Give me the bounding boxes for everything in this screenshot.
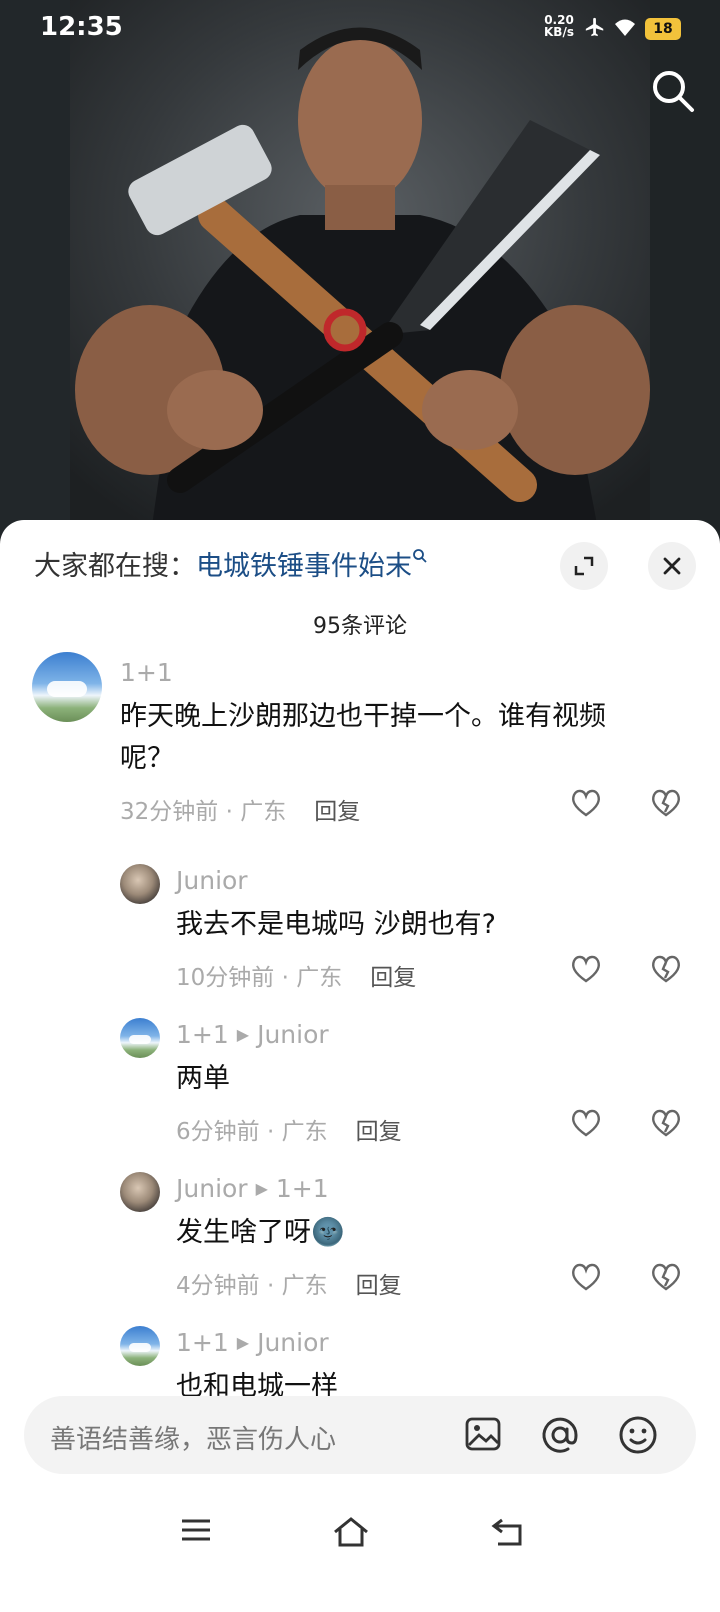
avatar[interactable] (32, 652, 102, 722)
reply-arrow-icon: ▶ (236, 1333, 250, 1352)
heart-icon[interactable] (570, 788, 602, 822)
comment-author[interactable]: 1+1 (176, 1328, 229, 1357)
comment-author[interactable]: Junior (176, 866, 248, 895)
search-icon[interactable] (650, 68, 696, 118)
comment-text-line: 发生啥了呀 (176, 1217, 311, 1248)
comment-text: 两单 (176, 1063, 230, 1094)
comment-text-line: 呢？ (120, 743, 174, 774)
search-small-icon (413, 549, 427, 563)
emoji-icon[interactable] (618, 1415, 658, 1459)
comment-author-line: Junior ▶ 1+1 (176, 1174, 329, 1203)
close-button[interactable] (648, 542, 696, 590)
comment-text: 昨天晚上沙朗那边也干掉一个。谁有视频 呢？ (120, 696, 680, 780)
reply-to-author[interactable]: Junior (257, 1020, 329, 1049)
expand-button[interactable] (560, 542, 608, 590)
network-speed: 0.20 KB/s (544, 14, 574, 38)
reply-to-author[interactable]: Junior (257, 1328, 329, 1357)
heart-icon[interactable] (570, 1262, 602, 1296)
wifi-icon (612, 16, 638, 42)
comment-meta: 4分钟前 · 广东 回复 (176, 1273, 402, 1299)
comment-location: 广东 (281, 1119, 328, 1145)
comment-location: 广东 (296, 965, 343, 991)
moon-emoji-icon: 🌚 (311, 1217, 345, 1248)
heart-icon[interactable] (570, 954, 602, 988)
broken-heart-icon[interactable] (650, 954, 682, 988)
menu-icon[interactable] (180, 1516, 212, 1548)
avatar[interactable] (120, 1326, 160, 1366)
reply-button[interactable]: 回复 (356, 1273, 402, 1299)
broken-heart-icon[interactable] (650, 788, 682, 822)
reply-button[interactable]: 回复 (370, 965, 416, 991)
comment-meta: 32分钟前 · 广东 回复 (120, 799, 361, 825)
comment-time: 10分钟前 (176, 965, 275, 991)
home-icon[interactable] (332, 1516, 370, 1552)
airplane-mode-icon (584, 16, 606, 42)
avatar[interactable] (120, 1018, 160, 1058)
at-icon[interactable] (540, 1415, 580, 1459)
status-bar: 12:35 0.20 KB/s 18 (0, 0, 720, 58)
comment-location: 广东 (240, 799, 287, 825)
close-icon (663, 557, 681, 575)
comment-text: 发生啥了呀🌚 (176, 1212, 345, 1254)
hot-search-prefix: 大家都在搜： (34, 551, 196, 582)
battery-level: 18 (645, 18, 681, 40)
video-cover-image[interactable] (0, 0, 720, 540)
comment-author[interactable]: 1+1 (120, 658, 173, 687)
hot-search-bar[interactable]: 大家都在搜：电城铁锤事件始末 (34, 544, 428, 583)
comment-time: 4分钟前 (176, 1273, 260, 1299)
comment-sheet: 大家都在搜：电城铁锤事件始末 95条评论 1+1 昨天晚上沙朗那边也干掉一个。谁… (0, 520, 720, 1612)
comment-location: 广东 (281, 1273, 328, 1299)
comment-text: 我去不是电城吗 沙朗也有? (176, 909, 496, 940)
hot-search-topic[interactable]: 电城铁锤事件始末 (196, 551, 412, 582)
broken-heart-icon[interactable] (650, 1262, 682, 1296)
comment-text-line: 昨天晚上沙朗那边也干掉一个。谁有视频 (120, 701, 606, 732)
reply-to-author[interactable]: 1+1 (276, 1174, 329, 1203)
status-time: 12:35 (40, 12, 123, 42)
system-nav-bar (0, 1490, 720, 1610)
reply-arrow-icon: ▶ (255, 1179, 268, 1198)
reply-arrow-icon: ▶ (236, 1025, 250, 1044)
comment-author[interactable]: 1+1 (176, 1020, 229, 1049)
avatar[interactable] (120, 864, 160, 904)
comment-list[interactable]: 1+1 昨天晚上沙朗那边也干掉一个。谁有视频 呢？ 32分钟前 · 广东 回复 J… (0, 650, 720, 1400)
comment-author-line: 1+1 ▶ Junior (176, 1020, 329, 1049)
image-icon[interactable] (464, 1415, 502, 1457)
avatar[interactable] (120, 1172, 160, 1212)
comment-author[interactable]: Junior (176, 1174, 248, 1203)
cover-illustration (75, 27, 650, 540)
comment-author-line: 1+1 ▶ Junior (176, 1328, 329, 1357)
comment-meta: 6分钟前 · 广东 回复 (176, 1119, 402, 1145)
comment-input-bar[interactable]: 善语结善缘，恶言伤人心 (24, 1396, 696, 1474)
reply-button[interactable]: 回复 (314, 799, 360, 825)
expand-icon (574, 556, 594, 576)
network-speed-unit: KB/s (544, 25, 574, 39)
comment-time: 32分钟前 (120, 799, 219, 825)
broken-heart-icon[interactable] (650, 1108, 682, 1142)
comment-meta: 10分钟前 · 广东 回复 (176, 965, 417, 991)
reply-button[interactable]: 回复 (356, 1119, 402, 1145)
comment-time: 6分钟前 (176, 1119, 260, 1145)
comment-text: 也和电城一样 (176, 1371, 338, 1400)
heart-icon[interactable] (570, 1108, 602, 1142)
comment-count: 95条评论 (313, 614, 407, 639)
back-icon[interactable] (490, 1516, 524, 1552)
comment-input-placeholder[interactable]: 善语结善缘，恶言伤人心 (50, 1419, 336, 1456)
